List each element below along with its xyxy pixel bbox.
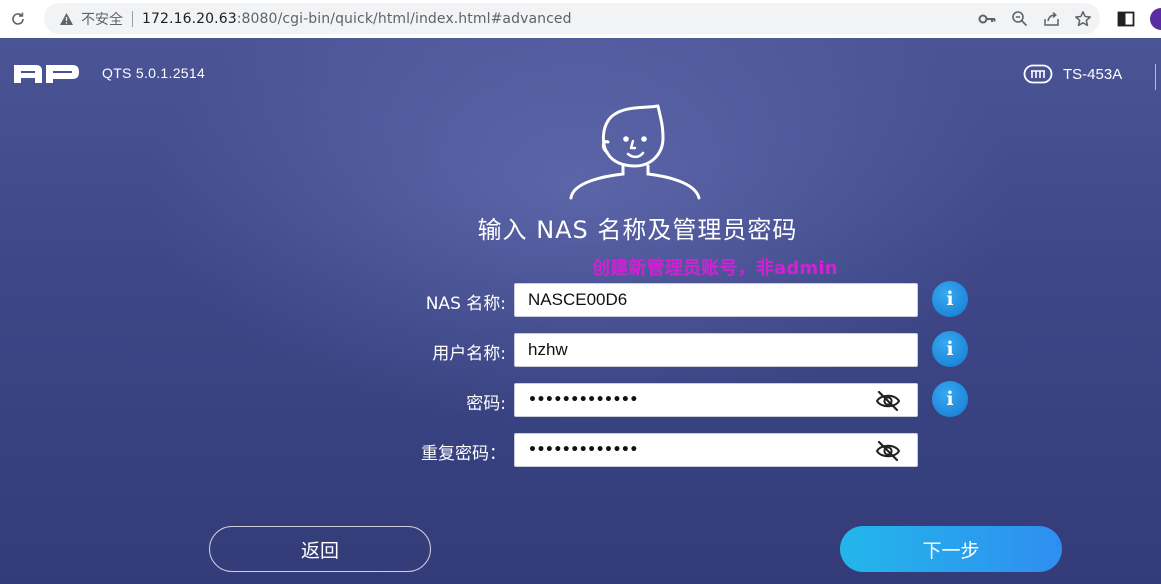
warning-icon[interactable] [58,11,74,27]
password-row: 密码: ••••••••••••• i [0,381,1161,417]
device-name: TS-453A [1063,65,1123,83]
username-label: 用户名称: [432,344,506,364]
username-value: hzhw [528,340,568,359]
zoom-icon[interactable] [1010,10,1028,28]
confirm-password-input[interactable]: ••••••••••••• [514,433,918,467]
omnibox-actions [978,3,1092,34]
share-icon[interactable] [1042,10,1060,28]
nas-name-info-icon[interactable]: i [932,281,968,317]
next-button[interactable]: 下一步 [840,526,1062,572]
star-icon[interactable] [1074,10,1092,28]
nas-name-label: NAS 名称: [425,294,506,314]
nas-name-value: NASCE00D6 [528,290,628,309]
device-info: TS-453A [1023,64,1122,84]
password-label: 密码: [466,394,506,414]
username-input[interactable]: hzhw [514,333,918,367]
confirm-password-row: 重复密码： ••••••••••••• [0,433,1161,467]
nas-name-row: NAS 名称: NASCE00D6 i [0,281,1161,317]
browser-toolbar: 不安全 172.16.20.63:8080/cgi-bin/quick/html… [0,0,1161,38]
confirm-password-value: ••••••••••••• [528,442,638,458]
nas-device-icon [1023,64,1053,84]
page-title: 输入 NAS 名称及管理员密码 [477,216,798,244]
password-input[interactable]: ••••••••••••• [514,383,918,417]
profile-avatar[interactable] [1150,8,1161,30]
firmware-version: QTS 5.0.1.2514 [102,65,206,81]
setup-wizard: QTS 5.0.1.2514 TS-453A 输入 NAS 名称及管理员密码 创… [0,38,1161,584]
qnap-logo [14,65,79,83]
key-icon[interactable] [978,10,996,28]
eye-off-icon[interactable] [875,440,901,462]
reload-icon[interactable] [6,7,30,31]
omnibox-divider [132,10,133,27]
user-avatar-icon [569,104,701,200]
password-value: ••••••••••••• [528,392,638,408]
username-row: 用户名称: hzhw i [0,331,1161,367]
confirm-password-label: 重复密码： [421,444,506,464]
eye-off-icon[interactable] [875,390,901,412]
back-button[interactable]: 返回 [209,526,431,572]
annotation-note: 创建新管理员账号，非admin [592,258,838,279]
security-label[interactable]: 不安全 [81,9,123,29]
url-path: :8080/cgi-bin/quick/html/index.html#adva… [236,10,572,27]
url-text[interactable]: 172.16.20.63:8080/cgi-bin/quick/html/ind… [142,11,572,27]
password-info-icon[interactable]: i [932,381,968,417]
nas-name-input[interactable]: NASCE00D6 [514,283,918,317]
url-host: 172.16.20.63 [142,10,237,27]
address-bar[interactable]: 不安全 172.16.20.63:8080/cgi-bin/quick/html… [44,3,1100,34]
header-divider [1155,64,1156,90]
username-info-icon[interactable]: i [932,331,968,367]
side-panel-icon[interactable] [1117,10,1135,28]
